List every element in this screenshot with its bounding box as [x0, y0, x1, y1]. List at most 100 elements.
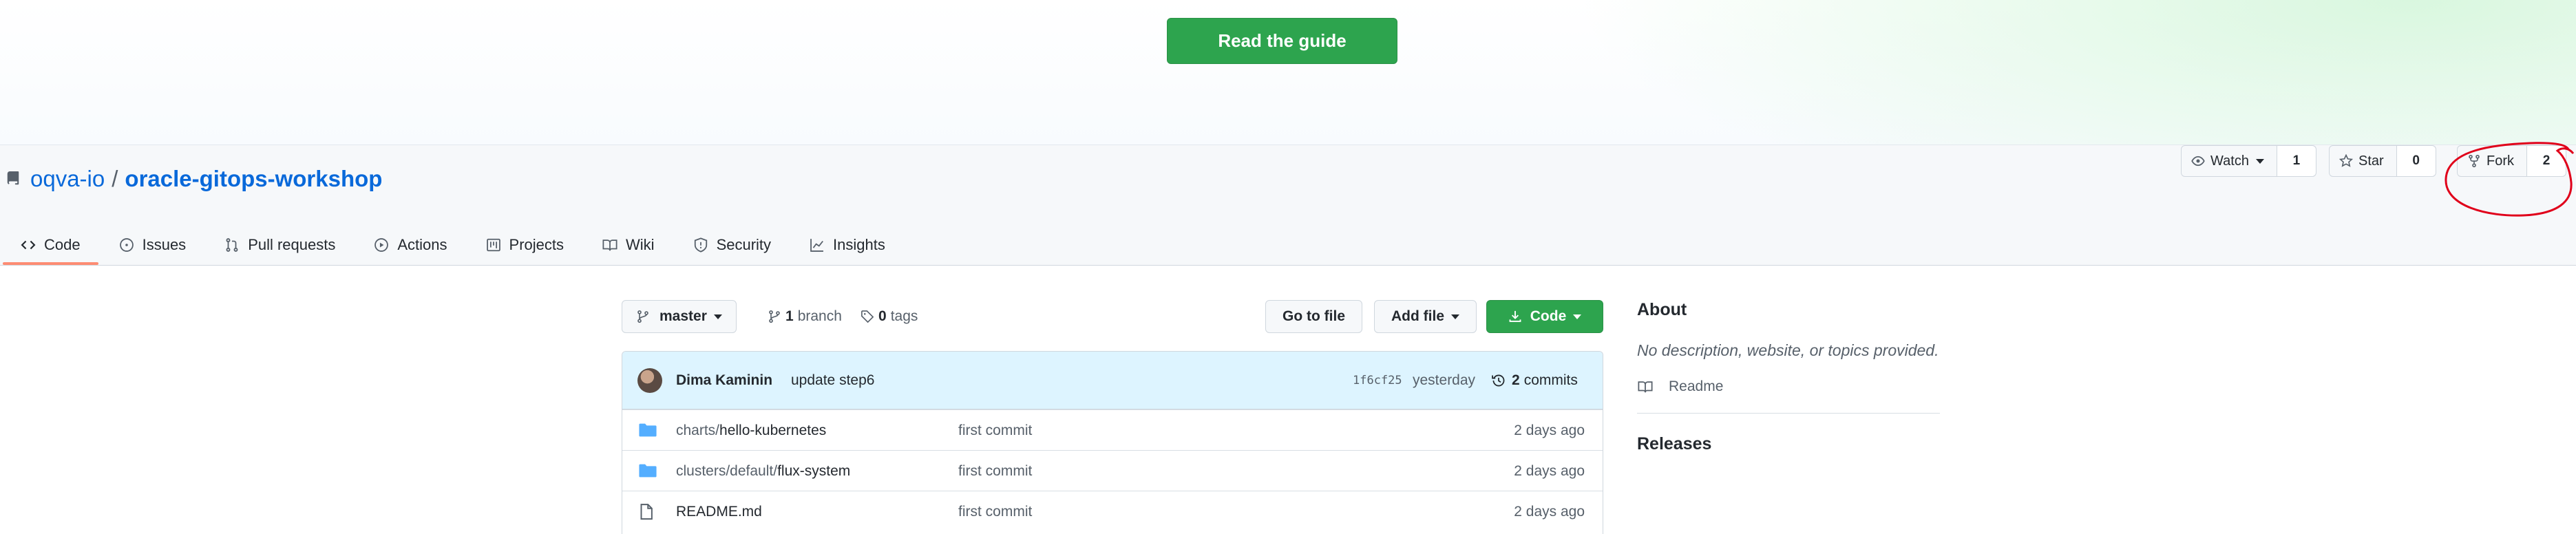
- branch-toolbar: master 1 branch 0 tags Go to file Add fi…: [622, 300, 1603, 334]
- file-age: 2 days ago: [1514, 504, 1585, 520]
- file-age: 2 days ago: [1514, 463, 1585, 479]
- repo-name-link[interactable]: oracle-gitops-workshop: [125, 166, 382, 192]
- repo-icon: [7, 171, 19, 185]
- file-commit-message[interactable]: first commit: [958, 504, 1032, 520]
- branches-link[interactable]: 1 branch: [768, 308, 842, 325]
- tag-count: 0: [878, 308, 887, 324]
- file-row[interactable]: README.md first commit 2 days ago: [622, 491, 1603, 531]
- file-commit-message[interactable]: first commit: [958, 463, 1032, 480]
- code-icon: [21, 240, 36, 249]
- tab-issues[interactable]: Issues: [98, 224, 204, 265]
- star-count[interactable]: 0: [2396, 146, 2436, 176]
- file-commit-message[interactable]: first commit: [958, 423, 1032, 439]
- tab-projects[interactable]: Projects: [465, 224, 582, 265]
- tab-label: Wiki: [626, 235, 655, 253]
- branch-label: branch: [797, 308, 842, 324]
- divider: [1637, 413, 1940, 414]
- star-button-group: Star 0: [2329, 145, 2436, 177]
- git-branch-icon: [769, 310, 780, 323]
- commit-sha-link[interactable]: 1f6cf25: [1353, 374, 1402, 387]
- tab-security[interactable]: Security: [673, 224, 789, 265]
- file-name-link[interactable]: README.md: [676, 504, 762, 520]
- tab-label: Actions: [397, 235, 447, 253]
- chevron-down-icon: [713, 314, 722, 319]
- about-sidebar: About No description, website, or topics…: [1637, 300, 1940, 454]
- folder-icon: [639, 464, 657, 478]
- readme-link[interactable]: Readme: [1637, 378, 1940, 395]
- about-description: No description, website, or topics provi…: [1637, 341, 1939, 359]
- file-row[interactable]: clusters/default/flux-system first commi…: [622, 450, 1603, 491]
- git-branch-icon: [637, 310, 648, 323]
- history-icon: [1492, 374, 1505, 387]
- star-button[interactable]: Star: [2330, 146, 2397, 176]
- tab-insights[interactable]: Insights: [789, 224, 903, 265]
- folder-icon: [639, 423, 657, 437]
- tab-actions[interactable]: Actions: [353, 224, 465, 265]
- tag-icon: [861, 310, 874, 323]
- tag-label: tags: [890, 308, 918, 324]
- file-path-prefix: clusters/default/: [676, 463, 778, 479]
- repo-separator: /: [112, 166, 118, 191]
- tab-code[interactable]: Code: [0, 224, 98, 265]
- commit-count: 2: [1512, 372, 1520, 388]
- repo-title: oqva-io / oracle-gitops-workshop: [6, 166, 382, 192]
- promo-banner: Read the guide: [0, 0, 2576, 145]
- eye-icon: [2191, 156, 2205, 167]
- tags-link[interactable]: 0 tags: [861, 308, 918, 325]
- tab-label: Code: [44, 235, 81, 253]
- commit-time: yesterday: [1413, 372, 1476, 388]
- code-button-label: Code: [1530, 308, 1567, 324]
- file-icon: [640, 504, 653, 520]
- chevron-down-icon: [1451, 314, 1459, 319]
- file-name-link[interactable]: clusters/default/flux-system: [676, 463, 850, 480]
- avatar[interactable]: [637, 368, 662, 393]
- file-row[interactable]: charts/hello-kubernetes first commit 2 d…: [622, 409, 1603, 450]
- chevron-down-icon: [2255, 158, 2264, 164]
- graph-icon: [810, 238, 823, 252]
- file-age: 2 days ago: [1514, 423, 1585, 438]
- watch-button[interactable]: Watch: [2182, 146, 2277, 176]
- star-icon: [2339, 154, 2353, 167]
- latest-commit-bar: Dima Kaminin update step6 1f6cf25 yester…: [622, 352, 1603, 409]
- tab-label: Security: [716, 235, 772, 253]
- commit-label: commits: [1523, 372, 1578, 388]
- hand-drawn-circle-annotation: [2445, 142, 2575, 217]
- book-icon: [602, 239, 617, 250]
- play-icon: [374, 237, 389, 252]
- file-browser: Dima Kaminin update step6 1f6cf25 yester…: [622, 351, 1603, 534]
- tab-label: Pull requests: [248, 235, 336, 253]
- watch-label: Watch: [2210, 153, 2249, 169]
- commits-history-link[interactable]: 2 commits: [1491, 372, 1578, 389]
- add-file-label: Add file: [1391, 308, 1444, 324]
- repo-header: oqva-io / oracle-gitops-workshop Watch 1…: [0, 145, 2576, 266]
- book-icon: [1638, 381, 1653, 393]
- file-name: flux-system: [777, 463, 851, 479]
- code-download-button[interactable]: Code: [1486, 300, 1603, 333]
- readme-label: Readme: [1669, 378, 1724, 394]
- chevron-down-icon: [1573, 314, 1582, 319]
- branch-count: 1: [785, 308, 794, 324]
- tab-pull-requests[interactable]: Pull requests: [204, 224, 353, 265]
- go-to-file-button[interactable]: Go to file: [1265, 300, 1362, 333]
- commit-author-link[interactable]: Dima Kaminin: [676, 372, 772, 389]
- file-path-prefix: charts/: [676, 423, 720, 438]
- releases-heading[interactable]: Releases: [1637, 434, 1940, 454]
- watch-button-group: Watch 1: [2181, 145, 2316, 177]
- read-guide-button[interactable]: Read the guide: [1167, 18, 1397, 64]
- branch-select-button[interactable]: master: [622, 300, 737, 333]
- file-name: hello-kubernetes: [719, 423, 827, 438]
- about-heading: About: [1637, 300, 1687, 319]
- file-name-link[interactable]: charts/hello-kubernetes: [676, 423, 826, 439]
- add-file-button[interactable]: Add file: [1374, 300, 1477, 333]
- tab-label: Issues: [142, 235, 187, 253]
- download-icon: [1509, 310, 1521, 322]
- commit-message-link[interactable]: update step6: [791, 372, 874, 389]
- shield-icon: [694, 237, 707, 253]
- watch-count[interactable]: 1: [2277, 146, 2316, 176]
- repo-owner-link[interactable]: oqva-io: [30, 166, 105, 192]
- tab-wiki[interactable]: Wiki: [582, 224, 673, 265]
- project-icon: [486, 238, 500, 251]
- issue-icon: [119, 237, 134, 252]
- star-label: Star: [2358, 153, 2384, 169]
- branch-name: master: [659, 308, 707, 324]
